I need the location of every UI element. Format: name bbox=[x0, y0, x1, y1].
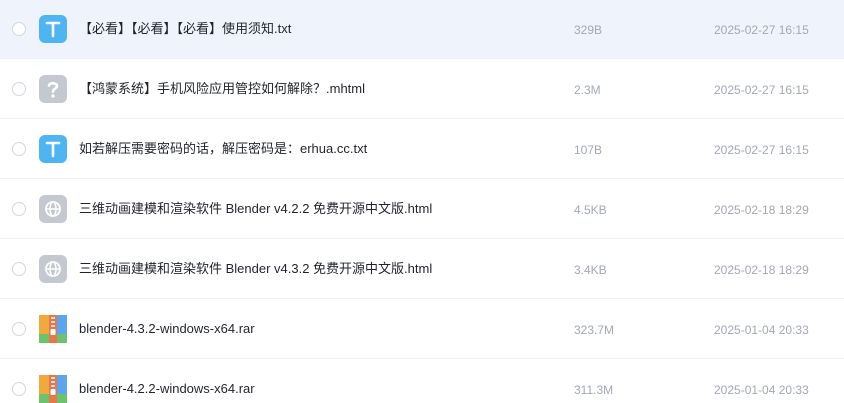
file-modified-time: 2025-02-18 18:29 bbox=[714, 203, 809, 217]
web-file-icon bbox=[39, 195, 67, 223]
archive-file-icon bbox=[39, 315, 67, 343]
file-modified-time: 2025-01-04 20:33 bbox=[714, 323, 809, 337]
file-name[interactable]: blender-4.2.2-windows-x64.rar bbox=[79, 380, 255, 398]
file-name[interactable]: 三维动画建模和渲染软件 Blender v4.3.2 免费开源中文版.html bbox=[79, 260, 432, 278]
archive-file-icon bbox=[39, 375, 67, 403]
row-checkbox[interactable] bbox=[12, 202, 26, 216]
row-checkbox[interactable] bbox=[12, 262, 26, 276]
file-row[interactable]: 【鸿蒙系统】手机风险应用管控如何解除？.mhtml 2.3M 2025-02-2… bbox=[0, 60, 844, 119]
file-size: 4.5KB bbox=[574, 203, 607, 217]
file-size: 2.3M bbox=[574, 83, 601, 97]
file-row[interactable]: 三维动画建模和渲染软件 Blender v4.2.2 免费开源中文版.html … bbox=[0, 180, 844, 239]
file-name[interactable]: blender-4.3.2-windows-x64.rar bbox=[79, 320, 255, 338]
file-size: 311.3M bbox=[574, 383, 614, 397]
file-size: 323.7M bbox=[574, 323, 615, 337]
file-row[interactable]: 三维动画建模和渲染软件 Blender v4.3.2 免费开源中文版.html … bbox=[0, 240, 844, 299]
row-checkbox[interactable] bbox=[12, 82, 26, 96]
file-modified-time: 2025-02-18 18:29 bbox=[714, 263, 809, 277]
txt-file-icon bbox=[39, 135, 67, 163]
file-size: 107B bbox=[574, 143, 603, 157]
file-name[interactable]: 【鸿蒙系统】手机风险应用管控如何解除？.mhtml bbox=[79, 80, 365, 98]
file-size: 3.4KB bbox=[574, 263, 607, 277]
file-name[interactable]: 三维动画建模和渲染软件 Blender v4.2.2 免费开源中文版.html bbox=[79, 200, 432, 218]
row-checkbox[interactable] bbox=[12, 22, 26, 36]
file-modified-time: 2025-02-27 16:15 bbox=[714, 143, 809, 157]
file-modified-time: 2025-02-27 16:15 bbox=[714, 23, 809, 37]
file-size: 329B bbox=[574, 23, 603, 37]
file-name[interactable]: 如若解压需要密码的话，解压密码是：erhua.cc.txt bbox=[79, 140, 367, 158]
row-checkbox[interactable] bbox=[12, 322, 26, 336]
file-list: 【必看】【必看】【必看】使用须知.txt 329B 2025-02-27 16:… bbox=[0, 0, 844, 403]
txt-file-icon bbox=[39, 15, 67, 43]
file-name[interactable]: 【必看】【必看】【必看】使用须知.txt bbox=[79, 20, 291, 38]
row-checkbox[interactable] bbox=[12, 142, 26, 156]
file-modified-time: 2025-02-27 16:15 bbox=[714, 83, 809, 97]
file-row[interactable]: blender-4.3.2-windows-x64.rar 323.7M 202… bbox=[0, 300, 844, 359]
unknown-file-icon bbox=[39, 75, 67, 103]
file-row[interactable]: 如若解压需要密码的话，解压密码是：erhua.cc.txt 107B 2025-… bbox=[0, 120, 844, 179]
file-row[interactable]: 【必看】【必看】【必看】使用须知.txt 329B 2025-02-27 16:… bbox=[0, 0, 844, 59]
file-modified-time: 2025-01-04 20:33 bbox=[714, 383, 809, 397]
row-checkbox[interactable] bbox=[12, 382, 26, 396]
web-file-icon bbox=[39, 255, 67, 283]
file-row[interactable]: blender-4.2.2-windows-x64.rar 311.3M 202… bbox=[0, 360, 844, 403]
